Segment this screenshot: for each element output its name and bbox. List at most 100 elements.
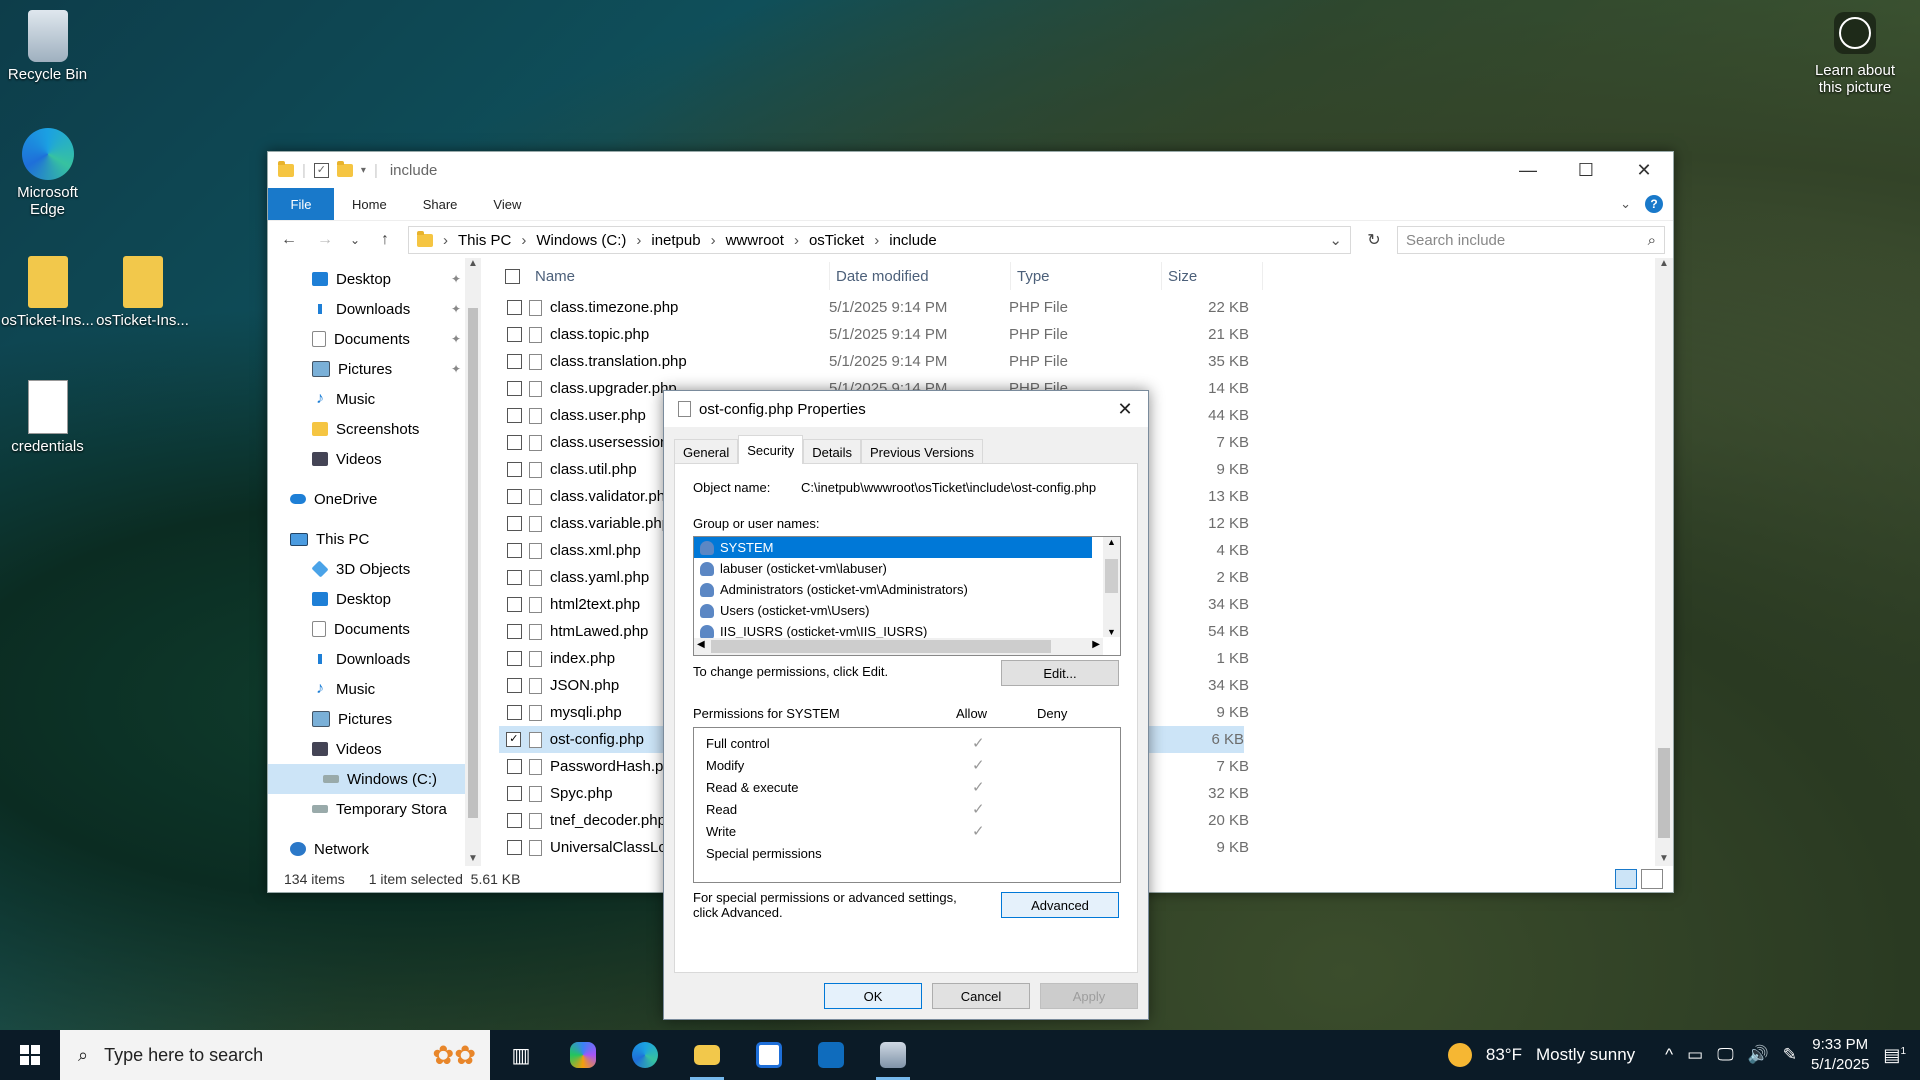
store-taskbar-button[interactable]	[738, 1030, 800, 1080]
pen-icon[interactable]: ✎	[1783, 1045, 1797, 1065]
back-button[interactable]: ←	[276, 231, 302, 249]
new-folder-icon[interactable]	[336, 160, 353, 177]
scroll-down-icon[interactable]: ▼	[465, 853, 481, 864]
row-checkbox[interactable]	[506, 543, 522, 558]
forward-button[interactable]: →	[312, 231, 338, 249]
maximize-button[interactable]: ☐	[1557, 152, 1615, 188]
table-row[interactable]: class.translation.php 5/1/2025 9:14 PM PHP…	[499, 348, 1655, 375]
tab-general[interactable]: General	[674, 439, 739, 464]
nav-screenshots[interactable]: Screenshots	[290, 414, 465, 444]
nav-downloads[interactable]: Downloads ✦	[290, 294, 465, 324]
user-list-item[interactable]: Users (osticket-vm\Users)	[694, 600, 1092, 621]
task-view-button[interactable]: ▥	[490, 1030, 552, 1080]
show-hidden-icons-icon[interactable]: ^	[1665, 1045, 1673, 1065]
nav-onedrive[interactable]: OneDrive	[290, 484, 465, 514]
up-button[interactable]: ↑	[372, 231, 398, 249]
nav-pc-music[interactable]: ♪ Music	[290, 674, 465, 704]
network-icon[interactable]: 🖵	[1717, 1045, 1733, 1065]
nav-pc-videos[interactable]: Videos	[290, 734, 465, 764]
row-checkbox[interactable]	[506, 840, 522, 855]
volume-icon[interactable]: 🔊	[1748, 1045, 1769, 1065]
clock[interactable]: 9:33 PM 5/1/2025	[1811, 1035, 1869, 1075]
advanced-button[interactable]: Advanced	[1001, 892, 1119, 918]
user-list-vscroll[interactable]: ▲ ▼	[1103, 537, 1120, 637]
nav-this-pc[interactable]: This PC	[290, 524, 465, 554]
select-all-checkbox[interactable]	[505, 268, 520, 284]
cancel-button[interactable]: Cancel	[932, 983, 1030, 1009]
tab-security[interactable]: Security	[738, 435, 804, 464]
details-view-button[interactable]	[1615, 869, 1637, 889]
scroll-up-icon[interactable]: ▲	[1655, 258, 1673, 269]
column-date-modified[interactable]: Date modified	[830, 262, 1011, 290]
row-checkbox[interactable]	[506, 759, 522, 774]
scroll-down-icon[interactable]: ▼	[1655, 853, 1673, 864]
edge-taskbar-button[interactable]	[614, 1030, 676, 1080]
nav-videos[interactable]: Videos	[290, 444, 465, 474]
scroll-up-icon[interactable]: ▲	[465, 258, 481, 269]
tab-file[interactable]: File	[268, 188, 334, 220]
desktop-icon-edge[interactable]: Microsoft Edge	[0, 128, 95, 218]
nav-3d-objects[interactable]: 3D Objects	[290, 554, 465, 584]
row-checkbox[interactable]	[506, 813, 522, 828]
scroll-right-icon[interactable]: ▶	[1092, 639, 1100, 650]
table-row[interactable]: class.timezone.php 5/1/2025 9:14 PM PHP Fi…	[499, 294, 1655, 321]
nav-windows-c[interactable]: Windows (C:)	[268, 764, 465, 794]
row-checkbox[interactable]	[506, 327, 522, 342]
row-checkbox[interactable]	[506, 381, 522, 396]
ok-button[interactable]: OK	[824, 983, 922, 1009]
user-list-item[interactable]: Administrators (osticket-vm\Administrato…	[694, 579, 1092, 600]
apply-button[interactable]: Apply	[1040, 983, 1138, 1009]
breadcrumb-wwwroot[interactable]: wwwroot	[726, 232, 784, 249]
address-bar[interactable]: › This PC › Windows (C:) › inetpub › www…	[408, 226, 1351, 254]
weather-temp[interactable]: 83°F	[1486, 1045, 1522, 1065]
nav-temporary-storage[interactable]: Temporary Stora	[290, 794, 465, 824]
column-type[interactable]: Type	[1011, 262, 1162, 290]
scroll-up-icon[interactable]: ▲	[1103, 537, 1120, 547]
user-list-hscroll[interactable]: ◀ ▶	[694, 638, 1103, 655]
learn-about-picture[interactable]: Learn about this picture	[1805, 12, 1905, 96]
nav-scroll-thumb[interactable]	[468, 308, 478, 818]
tab-details[interactable]: Details	[803, 439, 861, 464]
row-checkbox[interactable]	[506, 651, 522, 666]
row-checkbox[interactable]	[506, 516, 522, 531]
customize-chevron-icon[interactable]: ▾	[361, 165, 366, 176]
dialog-close-button[interactable]: ✕	[1102, 399, 1148, 420]
nav-pc-downloads[interactable]: Downloads	[290, 644, 465, 674]
column-name[interactable]: Name	[529, 262, 830, 290]
refresh-button[interactable]: ↻	[1361, 230, 1387, 250]
row-checkbox[interactable]	[506, 678, 522, 693]
close-button[interactable]: ✕	[1615, 152, 1673, 188]
tab-share[interactable]: Share	[405, 188, 476, 220]
nav-pc-desktop[interactable]: Desktop	[290, 584, 465, 614]
help-icon[interactable]: ?	[1645, 195, 1663, 213]
desktop-icon-credentials[interactable]: credentials	[0, 380, 95, 455]
row-checkbox[interactable]	[506, 354, 522, 369]
row-checkbox[interactable]	[506, 705, 522, 720]
row-checkbox[interactable]	[506, 624, 522, 639]
taskbar-search-box[interactable]: ⌕ Type here to search ✿✿	[60, 1030, 490, 1080]
desktop-icon-osticket-2[interactable]: osTicket-Ins...	[95, 256, 190, 329]
tab-view[interactable]: View	[475, 188, 539, 220]
start-button[interactable]	[0, 1030, 60, 1080]
row-checkbox[interactable]	[506, 597, 522, 612]
breadcrumb-include[interactable]: include	[889, 232, 937, 249]
row-checkbox[interactable]: ✓	[506, 732, 522, 747]
outlook-taskbar-button[interactable]	[800, 1030, 862, 1080]
expand-ribbon-icon[interactable]: ⌄	[1620, 196, 1631, 212]
nav-documents[interactable]: Documents ✦	[290, 324, 465, 354]
scroll-down-icon[interactable]: ▼	[1103, 627, 1120, 637]
row-checkbox[interactable]	[506, 300, 522, 315]
recent-locations-button[interactable]: ⌄	[348, 233, 362, 247]
row-checkbox[interactable]	[506, 489, 522, 504]
weather-desc[interactable]: Mostly sunny	[1536, 1045, 1635, 1065]
file-list-scrollbar[interactable]: ▲ ▼	[1655, 258, 1673, 866]
column-size[interactable]: Size	[1162, 262, 1263, 290]
breadcrumb-windows-c[interactable]: Windows (C:)	[536, 232, 626, 249]
server-manager-taskbar-button[interactable]	[862, 1030, 924, 1080]
nav-music[interactable]: ♪ Music	[290, 384, 465, 414]
nav-desktop[interactable]: Desktop ✦	[290, 264, 465, 294]
user-list-item[interactable]: labuser (osticket-vm\labuser)	[694, 558, 1092, 579]
device-icon[interactable]: ▭	[1687, 1045, 1703, 1065]
row-checkbox[interactable]	[506, 408, 522, 423]
copilot-button[interactable]	[552, 1030, 614, 1080]
